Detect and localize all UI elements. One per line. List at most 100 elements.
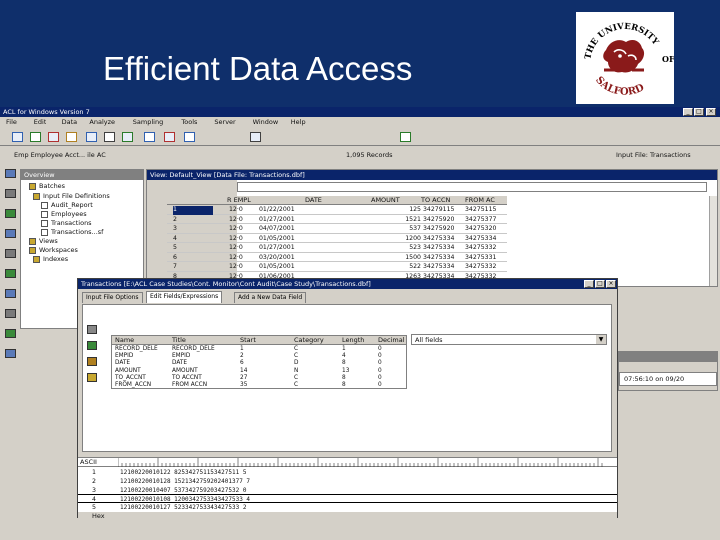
overview-item[interactable]: Transactions bbox=[51, 219, 92, 228]
side-tool-icon[interactable] bbox=[5, 289, 16, 298]
chevron-down-icon[interactable]: ▼ bbox=[596, 335, 606, 344]
cell-empl: 12·0 bbox=[229, 215, 243, 223]
overview-item[interactable]: Input File Definitions bbox=[43, 192, 110, 201]
maximize-button[interactable]: □ bbox=[694, 108, 704, 116]
overview-item[interactable]: Indexes bbox=[43, 255, 68, 264]
overview-item[interactable]: Audit_Report bbox=[51, 201, 93, 210]
tab-1[interactable]: Edit Fields/Expressions bbox=[146, 291, 223, 303]
overview-item[interactable]: Employees bbox=[51, 210, 87, 219]
open-icon[interactable] bbox=[12, 132, 23, 142]
table-row[interactable]: 5 12·0 01/27/2001 523 34275334 34275332 bbox=[167, 244, 507, 253]
cell-to-accn: 34275920 bbox=[423, 225, 455, 232]
raw-row-text: 12100220010127 523342753343427533 2 bbox=[120, 504, 247, 512]
field-header-cell[interactable]: Length bbox=[342, 336, 364, 345]
menu-edit[interactable]: Edit bbox=[34, 118, 47, 127]
copy-icon[interactable] bbox=[86, 132, 97, 142]
raw-row[interactable]: 2 12100220010128 1521342759202401377 7 bbox=[78, 477, 617, 486]
view-scrollbar[interactable] bbox=[709, 196, 717, 286]
cell-empl: 12·0 bbox=[229, 206, 243, 213]
cut-icon[interactable] bbox=[66, 132, 77, 142]
gear-icon[interactable] bbox=[87, 325, 97, 334]
menu-bar: File Edit Data Analyze Sampling Tools Server Wi… bbox=[0, 118, 720, 128]
side-tool-icon[interactable] bbox=[5, 189, 16, 198]
overview-item[interactable]: Batches bbox=[39, 182, 65, 191]
acl-screenshot: ACL for Windows Version 7 _ □ × File Edit… bbox=[0, 107, 720, 540]
raw-row[interactable]: 5 12100220010127 523342753343427533 2 bbox=[78, 503, 617, 512]
raw-row[interactable]: 1 12100220010122 825342751153427511 5 bbox=[78, 468, 617, 477]
field-row[interactable]: FROM_ACCN FROM ACCN 35 C 8 0 bbox=[112, 382, 406, 390]
tab-2[interactable]: Add a New Data Field bbox=[234, 292, 307, 303]
menu-help[interactable]: Help bbox=[291, 118, 306, 127]
overview-item[interactable]: Views bbox=[39, 237, 58, 246]
add-icon[interactable] bbox=[87, 341, 97, 350]
folder-icon bbox=[33, 256, 40, 263]
tab-0[interactable]: Input File Options bbox=[82, 292, 143, 303]
table-row[interactable]: 3 12·0 04/07/2001 537 34275920 34275320 bbox=[167, 225, 507, 234]
menu-analyze[interactable]: Analyze bbox=[89, 118, 115, 127]
side-tool-icon[interactable] bbox=[5, 169, 16, 178]
left-icon-column bbox=[3, 169, 19, 369]
chart-icon[interactable] bbox=[144, 132, 155, 142]
side-tool-icon[interactable] bbox=[5, 269, 16, 278]
cell-to-accn: 34275334 bbox=[423, 253, 455, 261]
side-tool-icon[interactable] bbox=[5, 209, 16, 218]
field-header-cell[interactable]: Name bbox=[115, 336, 134, 345]
cell-from-ac: 34275332 bbox=[465, 244, 497, 251]
menu-window[interactable]: Window bbox=[253, 118, 279, 127]
folder-icon bbox=[33, 193, 40, 200]
view-filter-box[interactable] bbox=[237, 182, 707, 192]
table-row[interactable]: 6 12·0 03/20/2001 1500 34275334 34275331 bbox=[167, 253, 507, 262]
side-tool-icon[interactable] bbox=[5, 229, 16, 238]
filter-icon[interactable] bbox=[164, 132, 175, 142]
side-tool-icon[interactable] bbox=[5, 349, 16, 358]
paste-icon[interactable] bbox=[104, 132, 115, 142]
row-number: 5 bbox=[173, 244, 177, 251]
tx-close-button[interactable]: × bbox=[606, 280, 616, 288]
view-column-header[interactable]: FROM AC bbox=[465, 196, 507, 205]
table-row[interactable]: 4 12·0 01/05/2001 1200 34275334 34275334 bbox=[167, 235, 507, 243]
view-column-header[interactable]: DATE bbox=[305, 196, 365, 205]
menu-data[interactable]: Data bbox=[62, 118, 78, 127]
raw-row[interactable]: 3 12100220010407 537342759203427532 0 bbox=[78, 486, 617, 495]
calendar-icon[interactable] bbox=[87, 373, 97, 382]
side-tool-icon[interactable] bbox=[5, 329, 16, 338]
print-icon[interactable] bbox=[48, 132, 59, 142]
menu-tools[interactable]: Tools bbox=[181, 118, 197, 127]
field-header-cell[interactable]: Category bbox=[294, 336, 324, 345]
help-icon[interactable] bbox=[400, 132, 411, 142]
row-number: 2 bbox=[173, 215, 177, 223]
view-column-header[interactable]: AMOUNT bbox=[371, 196, 417, 205]
table-icon[interactable] bbox=[122, 132, 133, 142]
cell-empl: 12·0 bbox=[229, 263, 243, 270]
tx-maximize-button[interactable]: □ bbox=[595, 280, 605, 288]
tx-tabs: Input File Options Edit Fields/Expression… bbox=[82, 291, 382, 304]
sort-icon[interactable] bbox=[184, 132, 195, 142]
find-icon[interactable] bbox=[250, 132, 261, 142]
view-grid-header: R EMPL DATE AMOUNT TO ACCN FROM AC bbox=[167, 196, 507, 205]
view-column-header[interactable]: R EMPL bbox=[227, 196, 277, 205]
raw-row[interactable]: 4 12100220010108 1200342753343427533 4 bbox=[78, 494, 617, 504]
tx-minimize-button[interactable]: _ bbox=[584, 280, 594, 288]
table-row[interactable]: 7 12·0 01/05/2001 522 34275334 34275332 bbox=[167, 263, 507, 272]
table-row[interactable]: 1 12·0 01/22/2001 125 34279115 34275115 bbox=[167, 206, 507, 215]
view-column-header[interactable]: TO ACCN bbox=[421, 196, 465, 205]
side-tool-icon[interactable] bbox=[5, 249, 16, 258]
save-icon[interactable] bbox=[30, 132, 41, 142]
table-row[interactable]: 2 12·0 01/27/2001 1521 34275920 34275377 bbox=[167, 215, 507, 224]
expression-icon[interactable] bbox=[87, 357, 97, 366]
overview-item[interactable]: Workspaces bbox=[39, 246, 78, 255]
minimize-button[interactable]: _ bbox=[683, 108, 693, 116]
menu-sampling[interactable]: Sampling bbox=[133, 118, 163, 127]
field-header-cell[interactable]: Decimal bbox=[378, 336, 405, 345]
menu-file[interactable]: File bbox=[6, 118, 17, 127]
field-len: 8 bbox=[342, 382, 346, 388]
field-filter-select[interactable]: All fields ▼ bbox=[411, 334, 607, 345]
side-tool-icon[interactable] bbox=[5, 309, 16, 318]
overview-item[interactable]: Transactions...sf bbox=[51, 228, 103, 237]
tx-side-icons bbox=[85, 325, 99, 425]
field-header-cell[interactable]: Start bbox=[240, 336, 256, 345]
menu-server[interactable]: Server bbox=[214, 118, 235, 127]
field-header-cell[interactable]: Title bbox=[172, 336, 186, 345]
background-window: 07:56:10 on 09/20 bbox=[618, 351, 718, 391]
close-button[interactable]: × bbox=[706, 108, 716, 116]
